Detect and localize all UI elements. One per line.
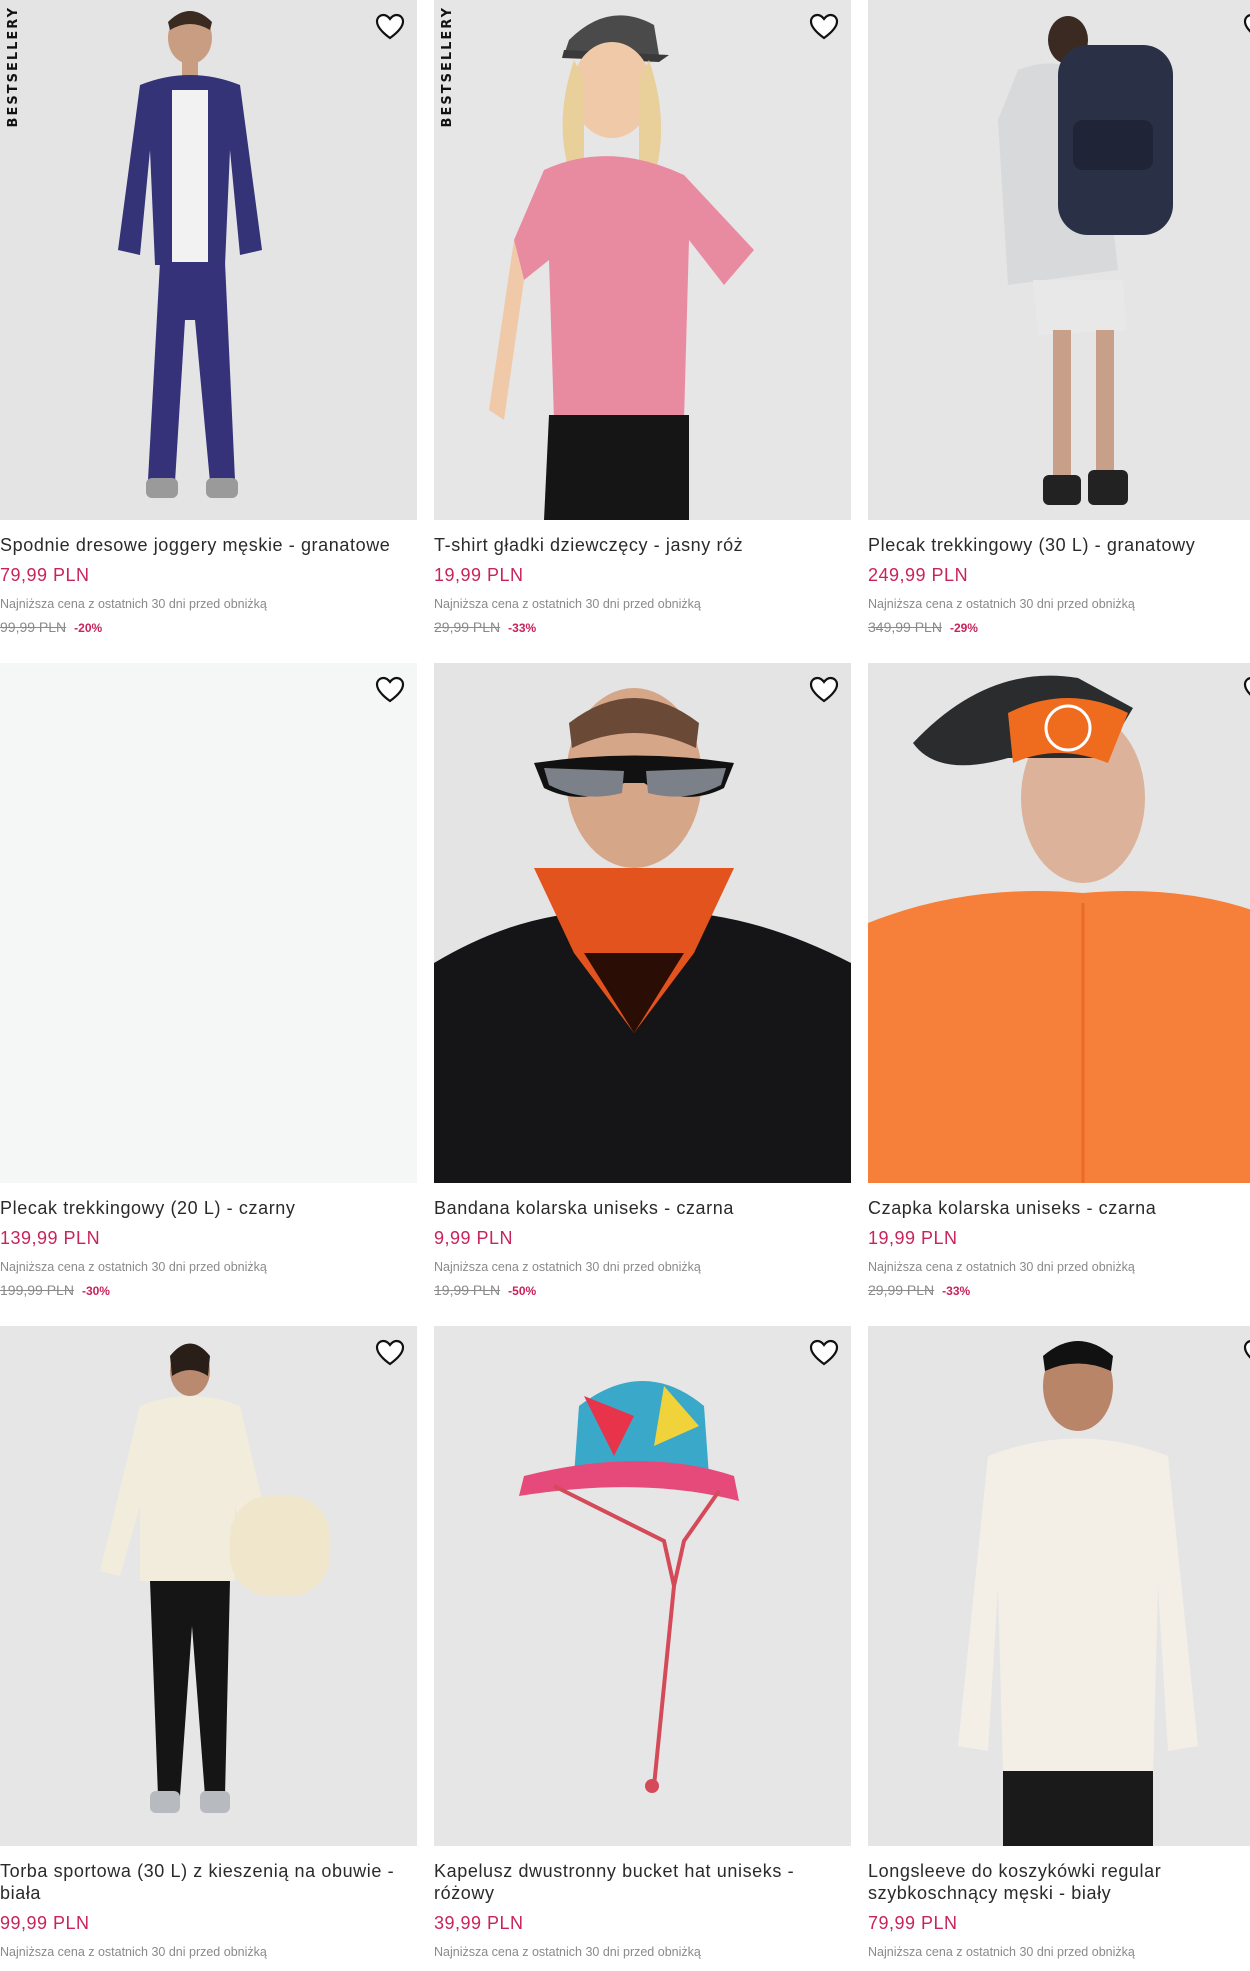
product-image[interactable]: [0, 1326, 417, 1846]
bestseller-badge: BESTSELLERY: [440, 6, 455, 128]
old-price-row: 99,99 PLN -20%: [0, 618, 417, 637]
product-image[interactable]: [868, 663, 1250, 1183]
product-price: 9,99 PLN: [434, 1228, 514, 1248]
product-title[interactable]: Spodnie dresowe joggery męskie - granato…: [0, 534, 407, 556]
product-price: 139,99 PLN: [0, 1228, 101, 1248]
lowest-price-note: Najniższa cena z ostatnich 30 dni przed …: [434, 1260, 701, 1274]
lowest-price-note: Najniższa cena z ostatnich 30 dni przed …: [868, 1260, 1135, 1274]
lowest-price-note: Najniższa cena z ostatnich 30 dni przed …: [434, 1945, 701, 1959]
product-photo-longsleeve: [868, 1326, 1250, 1846]
discount-badge: -30%: [81, 1284, 110, 1298]
heart-icon[interactable]: [809, 12, 839, 42]
heart-icon[interactable]: [809, 675, 839, 705]
product-photo-joggers: [0, 0, 417, 520]
product-title[interactable]: Bandana kolarska uniseks - czarna: [434, 1197, 841, 1219]
lowest-price-note: Najniższa cena z ostatnich 30 dni przed …: [868, 597, 1135, 611]
lowest-price-note: Najniższa cena z ostatnich 30 dni przed …: [0, 1260, 267, 1274]
product-card[interactable]: BESTSELLERY Spodnie dresowe joggery męsk…: [0, 0, 417, 663]
product-title[interactable]: Kapelusz dwustronny bucket hat uniseks -…: [434, 1860, 841, 1904]
old-price: 29,99 PLN: [868, 1282, 935, 1298]
product-price: 79,99 PLN: [0, 565, 90, 585]
product-price: 79,99 PLN: [868, 1913, 958, 1933]
discount-badge: -29%: [949, 621, 978, 635]
discount-badge: -20%: [74, 621, 103, 635]
product-card[interactable]: Czapka kolarska uniseks - czarna 19,99 P…: [868, 663, 1250, 1326]
product-image[interactable]: [868, 0, 1250, 520]
old-price: 99,99 PLN: [0, 619, 67, 635]
product-card[interactable]: Plecak trekkingowy (30 L) - granatowy 24…: [868, 0, 1250, 663]
product-price: 19,99 PLN: [434, 565, 524, 585]
lowest-price-note: Najniższa cena z ostatnich 30 dni przed …: [0, 1945, 267, 1959]
product-photo-tshirt: [434, 0, 851, 520]
product-photo-bandana: [434, 663, 851, 1183]
product-image[interactable]: [868, 1326, 1250, 1846]
lowest-price-note: Najniższa cena z ostatnich 30 dni przed …: [434, 597, 701, 611]
product-photo-cycling-cap: [868, 663, 1250, 1183]
product-price: 249,99 PLN: [868, 565, 969, 585]
product-price: 99,99 PLN: [0, 1913, 90, 1933]
discount-badge: -33%: [508, 621, 537, 635]
discount-badge: -50%: [508, 1284, 537, 1298]
product-card[interactable]: Bandana kolarska uniseks - czarna 9,99 P…: [434, 663, 851, 1326]
product-image[interactable]: [434, 663, 851, 1183]
product-image[interactable]: [434, 1326, 851, 1846]
heart-icon[interactable]: [809, 1338, 839, 1368]
discount-badge: -33%: [942, 1284, 971, 1298]
product-photo-backpack-30l: [868, 0, 1250, 520]
lowest-price-note: Najniższa cena z ostatnich 30 dni przed …: [0, 597, 267, 611]
product-image[interactable]: [0, 663, 417, 1183]
product-title[interactable]: Czapka kolarska uniseks - czarna: [868, 1197, 1250, 1219]
old-price-row: 29,99 PLN -33%: [434, 618, 851, 637]
old-price: 349,99 PLN: [868, 619, 942, 635]
product-title[interactable]: Longsleeve do koszykówki regular szybkos…: [868, 1860, 1250, 1904]
product-title[interactable]: Plecak trekkingowy (20 L) - czarny: [0, 1197, 407, 1219]
product-card[interactable]: Longsleeve do koszykówki regular szybkos…: [868, 1326, 1250, 1971]
old-price: 29,99 PLN: [434, 619, 501, 635]
bestseller-badge: BESTSELLERY: [6, 6, 21, 128]
old-price-row: 349,99 PLN -29%: [868, 618, 1250, 637]
heart-icon[interactable]: [375, 12, 405, 42]
product-photo-bucket-hat: [434, 1326, 851, 1846]
product-photo-sports-bag: [0, 1326, 417, 1846]
old-price: 199,99 PLN: [0, 1282, 74, 1298]
heart-icon[interactable]: [1243, 675, 1250, 705]
product-card[interactable]: Torba sportowa (30 L) z kieszenią na obu…: [0, 1326, 417, 1971]
product-title[interactable]: Plecak trekkingowy (30 L) - granatowy: [868, 534, 1250, 556]
product-price: 19,99 PLN: [868, 1228, 958, 1248]
product-title[interactable]: Torba sportowa (30 L) z kieszenią na obu…: [0, 1860, 407, 1904]
product-image[interactable]: BESTSELLERY: [0, 0, 417, 520]
heart-icon[interactable]: [375, 1338, 405, 1368]
product-title[interactable]: T-shirt gładki dziewczęcy - jasny róż: [434, 534, 841, 556]
lowest-price-note: Najniższa cena z ostatnich 30 dni przed …: [868, 1945, 1135, 1959]
old-price-row: 29,99 PLN -33%: [868, 1281, 1250, 1300]
product-grid: BESTSELLERY Spodnie dresowe joggery męsk…: [0, 0, 1250, 1971]
product-card[interactable]: Kapelusz dwustronny bucket hat uniseks -…: [434, 1326, 851, 1971]
product-card[interactable]: Plecak trekkingowy (20 L) - czarny 139,9…: [0, 663, 417, 1326]
product-price: 39,99 PLN: [434, 1913, 524, 1933]
product-card[interactable]: BESTSELLERY T-shirt gładki dziewczęcy - …: [434, 0, 851, 663]
old-price-row: 199,99 PLN -30%: [0, 1281, 417, 1300]
old-price-row: 19,99 PLN -50%: [434, 1281, 851, 1300]
heart-icon[interactable]: [375, 675, 405, 705]
heart-icon[interactable]: [1243, 12, 1250, 42]
old-price: 19,99 PLN: [434, 1282, 501, 1298]
heart-icon[interactable]: [1243, 1338, 1250, 1368]
product-image[interactable]: BESTSELLERY: [434, 0, 851, 520]
